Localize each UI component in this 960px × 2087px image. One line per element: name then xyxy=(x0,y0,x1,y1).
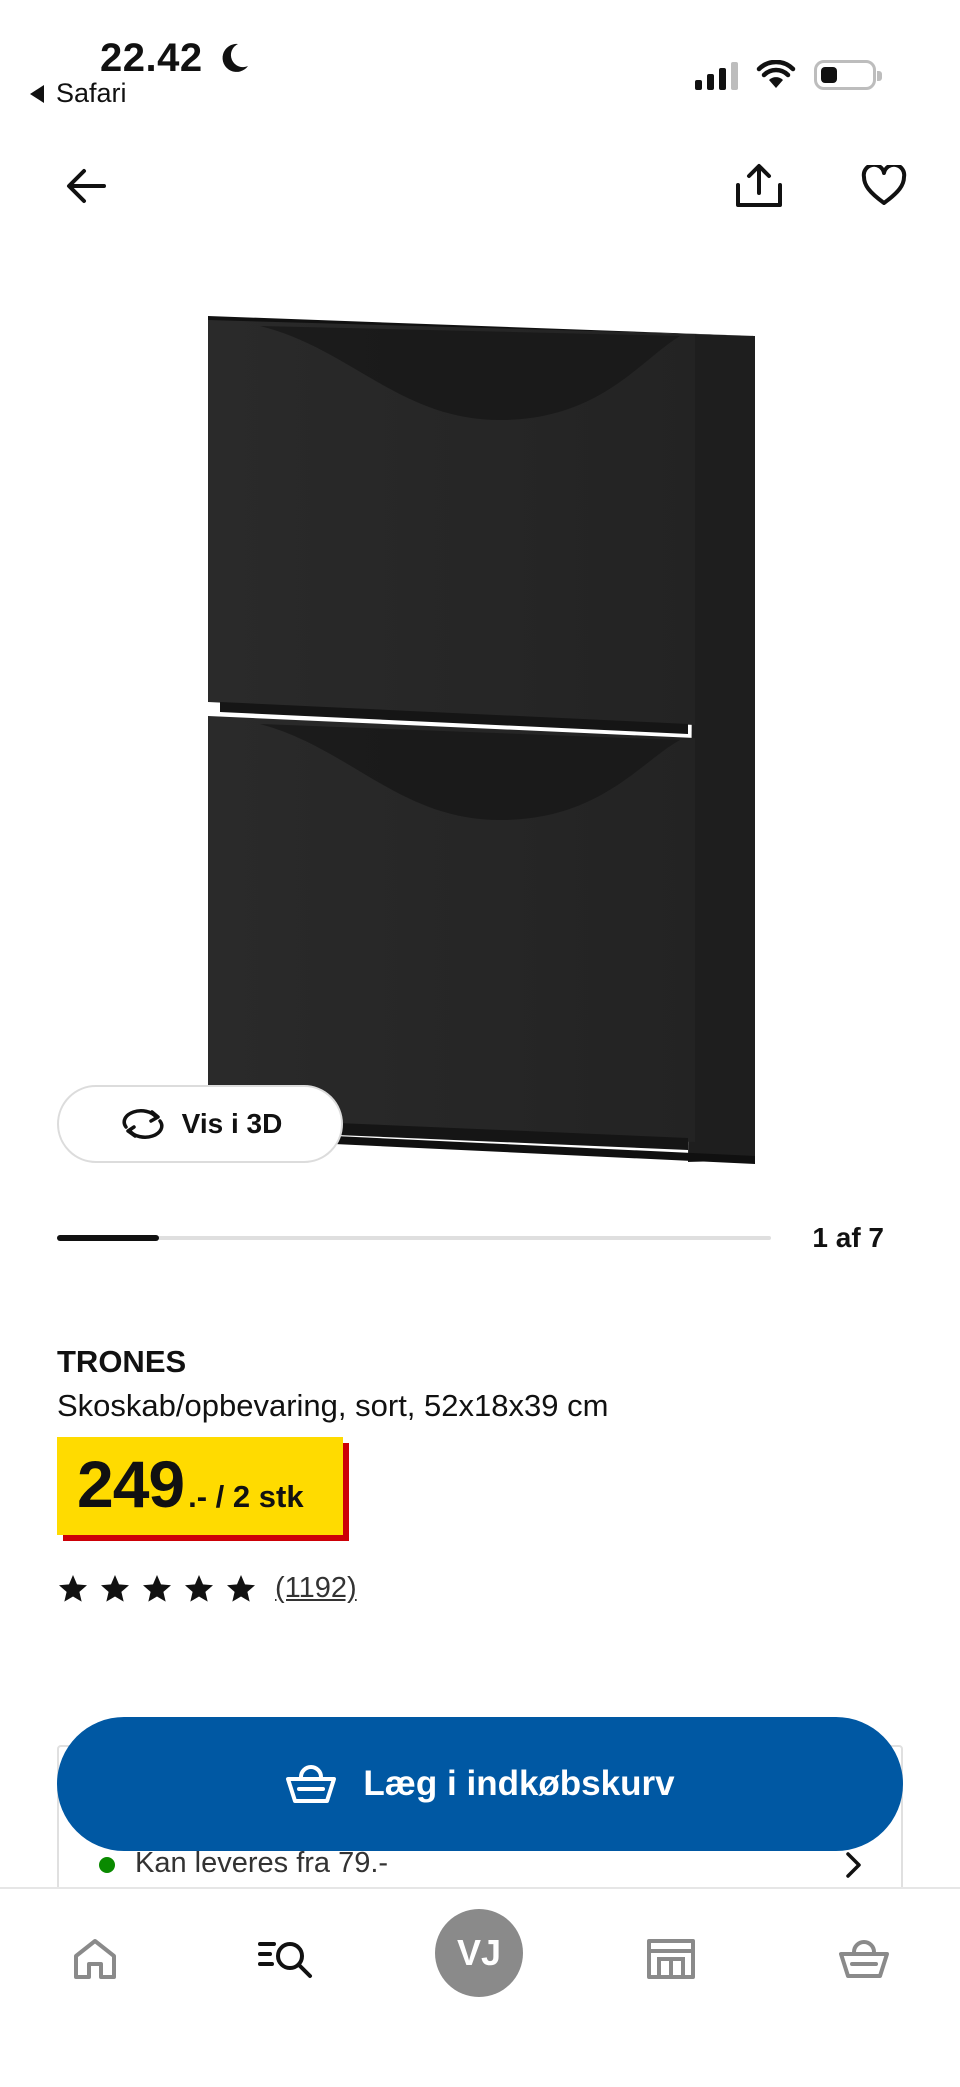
star-icon xyxy=(143,1574,171,1602)
home-icon xyxy=(74,1939,116,1979)
back-triangle-icon xyxy=(30,84,44,103)
star-icon xyxy=(59,1574,87,1602)
tab-profile-avatar[interactable]: VJ xyxy=(435,1909,523,1997)
moon-icon xyxy=(222,43,248,72)
star-icon xyxy=(185,1574,213,1602)
rating-count-link[interactable]: (1192) xyxy=(275,1572,357,1605)
price-unit: .- / 2 stk xyxy=(188,1479,304,1514)
back-app-label: Safari xyxy=(56,78,127,108)
shopping-basket-icon xyxy=(286,1765,337,1803)
search-list-icon xyxy=(258,1942,312,1978)
product-description: Skoskab/opbevaring, sort, 52x18x39 cm xyxy=(57,1388,609,1423)
gallery-counter: 1 af 7 xyxy=(812,1222,884,1253)
tab-search[interactable] xyxy=(254,1927,318,1991)
basket-icon xyxy=(839,1940,889,1978)
wifi-icon xyxy=(756,60,796,88)
battery-icon xyxy=(814,60,882,90)
store-icon xyxy=(647,1939,695,1979)
price-value: 249 xyxy=(77,1447,185,1521)
status-time: 22.42 xyxy=(100,36,203,80)
add-to-cart-label: Læg i indkøbskurv xyxy=(363,1764,675,1803)
share-button[interactable] xyxy=(727,154,791,218)
product-image[interactable] xyxy=(200,300,760,1180)
back-to-app-link[interactable]: Safari xyxy=(30,78,127,109)
bottom-tab-bar: VJ xyxy=(0,1887,960,2087)
back-button[interactable] xyxy=(54,154,118,218)
gallery-progress-track xyxy=(57,1236,771,1240)
rating[interactable]: (1192) xyxy=(57,1572,357,1605)
delivery-text: Kan leveres fra 79.- xyxy=(135,1847,389,1879)
product-name: TRONES xyxy=(57,1344,187,1379)
gallery-progress-fill xyxy=(57,1235,159,1241)
arrow-left-icon xyxy=(67,169,106,203)
tab-stores[interactable] xyxy=(639,1927,703,1991)
view-in-3d-button[interactable]: Vis i 3D xyxy=(57,1085,343,1163)
status-indicators xyxy=(695,60,882,90)
add-to-cart-button[interactable]: Læg i indkøbskurv xyxy=(57,1717,903,1851)
star-icon xyxy=(227,1574,255,1602)
heart-icon xyxy=(861,165,907,205)
availability-dot xyxy=(99,1857,115,1873)
chevron-right-icon xyxy=(846,1852,861,1878)
price-tag: 249 .- / 2 stk xyxy=(57,1437,349,1541)
tab-home[interactable] xyxy=(63,1927,127,1991)
rotate-3d-icon xyxy=(122,1109,164,1139)
favorite-button[interactable] xyxy=(852,154,916,218)
view-in-3d-label: Vis i 3D xyxy=(181,1108,283,1139)
star-icon xyxy=(101,1574,129,1602)
signal-icon xyxy=(695,60,738,90)
tab-basket[interactable] xyxy=(832,1927,896,1991)
share-icon xyxy=(736,164,782,207)
